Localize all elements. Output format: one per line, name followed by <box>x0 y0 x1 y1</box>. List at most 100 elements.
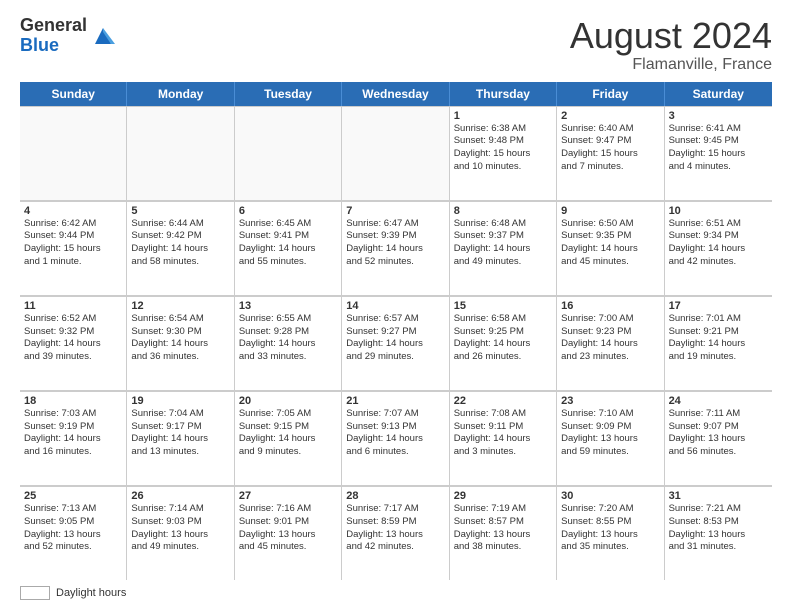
calendar-cell: 28Sunrise: 7:17 AMSunset: 8:59 PMDayligh… <box>342 486 449 580</box>
calendar-cell: 24Sunrise: 7:11 AMSunset: 9:07 PMDayligh… <box>665 391 772 485</box>
calendar-cell: 4Sunrise: 6:42 AMSunset: 9:44 PMDaylight… <box>20 201 127 295</box>
cell-line: Daylight: 13 hours <box>131 529 229 542</box>
cell-line: and 10 minutes. <box>454 161 552 174</box>
logo: General Blue <box>20 16 117 56</box>
cell-line: and 38 minutes. <box>454 541 552 554</box>
cell-line: Sunrise: 7:16 AM <box>239 503 337 516</box>
calendar-cell: 3Sunrise: 6:41 AMSunset: 9:45 PMDaylight… <box>665 106 772 200</box>
calendar-cell: 11Sunrise: 6:52 AMSunset: 9:32 PMDayligh… <box>20 296 127 390</box>
cell-line: Sunrise: 6:52 AM <box>24 313 122 326</box>
cell-line: and 39 minutes. <box>24 351 122 364</box>
cell-line: Sunrise: 6:58 AM <box>454 313 552 326</box>
day-number: 7 <box>346 205 444 217</box>
calendar-header-cell: Thursday <box>450 82 557 106</box>
cell-line: and 36 minutes. <box>131 351 229 364</box>
cell-line: Sunset: 9:25 PM <box>454 326 552 339</box>
calendar-cell: 7Sunrise: 6:47 AMSunset: 9:39 PMDaylight… <box>342 201 449 295</box>
cell-line: Sunset: 9:30 PM <box>131 326 229 339</box>
calendar-cell: 18Sunrise: 7:03 AMSunset: 9:19 PMDayligh… <box>20 391 127 485</box>
calendar-header-cell: Saturday <box>665 82 772 106</box>
cell-line: Sunset: 8:55 PM <box>561 516 659 529</box>
cell-line: Sunset: 9:44 PM <box>24 230 122 243</box>
header: General Blue August 2024 Flamanville, Fr… <box>20 16 772 74</box>
calendar-cell: 26Sunrise: 7:14 AMSunset: 9:03 PMDayligh… <box>127 486 234 580</box>
cell-line: and 7 minutes. <box>561 161 659 174</box>
calendar-cell: 17Sunrise: 7:01 AMSunset: 9:21 PMDayligh… <box>665 296 772 390</box>
day-number: 5 <box>131 205 229 217</box>
cell-line: and 23 minutes. <box>561 351 659 364</box>
calendar-cell: 21Sunrise: 7:07 AMSunset: 9:13 PMDayligh… <box>342 391 449 485</box>
cell-line: and 6 minutes. <box>346 446 444 459</box>
calendar-cell: 15Sunrise: 6:58 AMSunset: 9:25 PMDayligh… <box>450 296 557 390</box>
cell-line: Sunset: 9:05 PM <box>24 516 122 529</box>
cell-line: Sunrise: 6:38 AM <box>454 123 552 136</box>
calendar-cell: 9Sunrise: 6:50 AMSunset: 9:35 PMDaylight… <box>557 201 664 295</box>
calendar-cell: 29Sunrise: 7:19 AMSunset: 8:57 PMDayligh… <box>450 486 557 580</box>
calendar-header-cell: Tuesday <box>235 82 342 106</box>
calendar-header-cell: Friday <box>557 82 664 106</box>
cell-line: and 42 minutes. <box>346 541 444 554</box>
calendar-cell: 6Sunrise: 6:45 AMSunset: 9:41 PMDaylight… <box>235 201 342 295</box>
cell-line: and 55 minutes. <box>239 256 337 269</box>
cell-line: Sunset: 9:47 PM <box>561 135 659 148</box>
day-number: 16 <box>561 300 659 312</box>
cell-line: Sunset: 9:34 PM <box>669 230 768 243</box>
cell-line: Sunset: 9:35 PM <box>561 230 659 243</box>
month-year: August 2024 <box>570 16 772 56</box>
cell-line: Sunrise: 6:48 AM <box>454 218 552 231</box>
cell-line: Sunrise: 7:19 AM <box>454 503 552 516</box>
cell-line: Sunrise: 6:40 AM <box>561 123 659 136</box>
cell-line: Sunset: 8:53 PM <box>669 516 768 529</box>
calendar-body: 1Sunrise: 6:38 AMSunset: 9:48 PMDaylight… <box>20 106 772 580</box>
cell-line: Daylight: 14 hours <box>24 433 122 446</box>
calendar-cell: 5Sunrise: 6:44 AMSunset: 9:42 PMDaylight… <box>127 201 234 295</box>
cell-line: Daylight: 14 hours <box>239 243 337 256</box>
cell-line: Daylight: 13 hours <box>346 529 444 542</box>
calendar-row: 25Sunrise: 7:13 AMSunset: 9:05 PMDayligh… <box>20 486 772 580</box>
calendar-cell: 2Sunrise: 6:40 AMSunset: 9:47 PMDaylight… <box>557 106 664 200</box>
calendar: SundayMondayTuesdayWednesdayThursdayFrid… <box>20 82 772 580</box>
day-number: 24 <box>669 395 768 407</box>
calendar-row: 18Sunrise: 7:03 AMSunset: 9:19 PMDayligh… <box>20 391 772 486</box>
cell-line: Sunrise: 6:57 AM <box>346 313 444 326</box>
day-number: 26 <box>131 490 229 502</box>
calendar-header-cell: Wednesday <box>342 82 449 106</box>
cell-line: and 19 minutes. <box>669 351 768 364</box>
calendar-cell: 31Sunrise: 7:21 AMSunset: 8:53 PMDayligh… <box>665 486 772 580</box>
cell-line: Daylight: 14 hours <box>239 433 337 446</box>
cell-line: Sunrise: 6:55 AM <box>239 313 337 326</box>
cell-line: Sunrise: 7:08 AM <box>454 408 552 421</box>
cell-line: Sunrise: 7:20 AM <box>561 503 659 516</box>
day-number: 20 <box>239 395 337 407</box>
cell-line: Sunset: 9:21 PM <box>669 326 768 339</box>
cell-line: Sunrise: 7:05 AM <box>239 408 337 421</box>
calendar-cell <box>20 106 127 200</box>
cell-line: Sunset: 9:32 PM <box>24 326 122 339</box>
logo-blue: Blue <box>20 35 59 55</box>
cell-line: Sunset: 9:39 PM <box>346 230 444 243</box>
cell-line: Sunrise: 7:01 AM <box>669 313 768 326</box>
cell-line: Sunset: 9:09 PM <box>561 421 659 434</box>
cell-line: and 52 minutes. <box>346 256 444 269</box>
calendar-row: 1Sunrise: 6:38 AMSunset: 9:48 PMDaylight… <box>20 106 772 201</box>
cell-line: Sunrise: 6:51 AM <box>669 218 768 231</box>
cell-line: and 16 minutes. <box>24 446 122 459</box>
calendar-cell: 23Sunrise: 7:10 AMSunset: 9:09 PMDayligh… <box>557 391 664 485</box>
cell-line: Daylight: 13 hours <box>454 529 552 542</box>
cell-line: and 9 minutes. <box>239 446 337 459</box>
day-number: 4 <box>24 205 122 217</box>
cell-line: Sunset: 9:45 PM <box>669 135 768 148</box>
calendar-row: 4Sunrise: 6:42 AMSunset: 9:44 PMDaylight… <box>20 201 772 296</box>
cell-line: Sunrise: 7:11 AM <box>669 408 768 421</box>
cell-line: Sunset: 9:03 PM <box>131 516 229 529</box>
cell-line: and 35 minutes. <box>561 541 659 554</box>
cell-line: Daylight: 15 hours <box>454 148 552 161</box>
cell-line: Sunset: 9:07 PM <box>669 421 768 434</box>
cell-line: Daylight: 14 hours <box>131 243 229 256</box>
cell-line: Sunrise: 7:03 AM <box>24 408 122 421</box>
cell-line: Daylight: 15 hours <box>24 243 122 256</box>
title-block: August 2024 Flamanville, France <box>570 16 772 74</box>
cell-line: and 33 minutes. <box>239 351 337 364</box>
cell-line: and 59 minutes. <box>561 446 659 459</box>
cell-line: Sunset: 9:01 PM <box>239 516 337 529</box>
